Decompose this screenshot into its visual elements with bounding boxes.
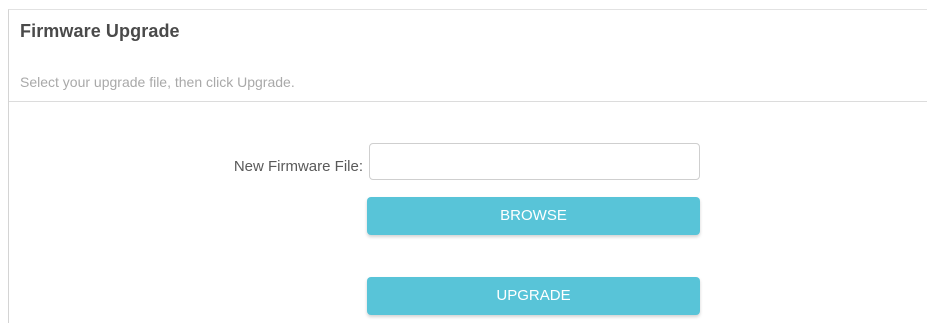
section-title: Firmware Upgrade <box>20 21 180 41</box>
section-divider <box>9 101 927 102</box>
browse-button[interactable]: BROWSE <box>367 197 700 235</box>
upgrade-button[interactable]: UPGRADE <box>367 277 700 315</box>
firmware-file-label: New Firmware File: <box>233 158 363 175</box>
section-description: Select your upgrade file, then click Upg… <box>20 74 295 90</box>
firmware-file-input[interactable] <box>369 143 700 180</box>
firmware-upgrade-panel: Firmware Upgrade Select your upgrade fil… <box>8 9 927 323</box>
